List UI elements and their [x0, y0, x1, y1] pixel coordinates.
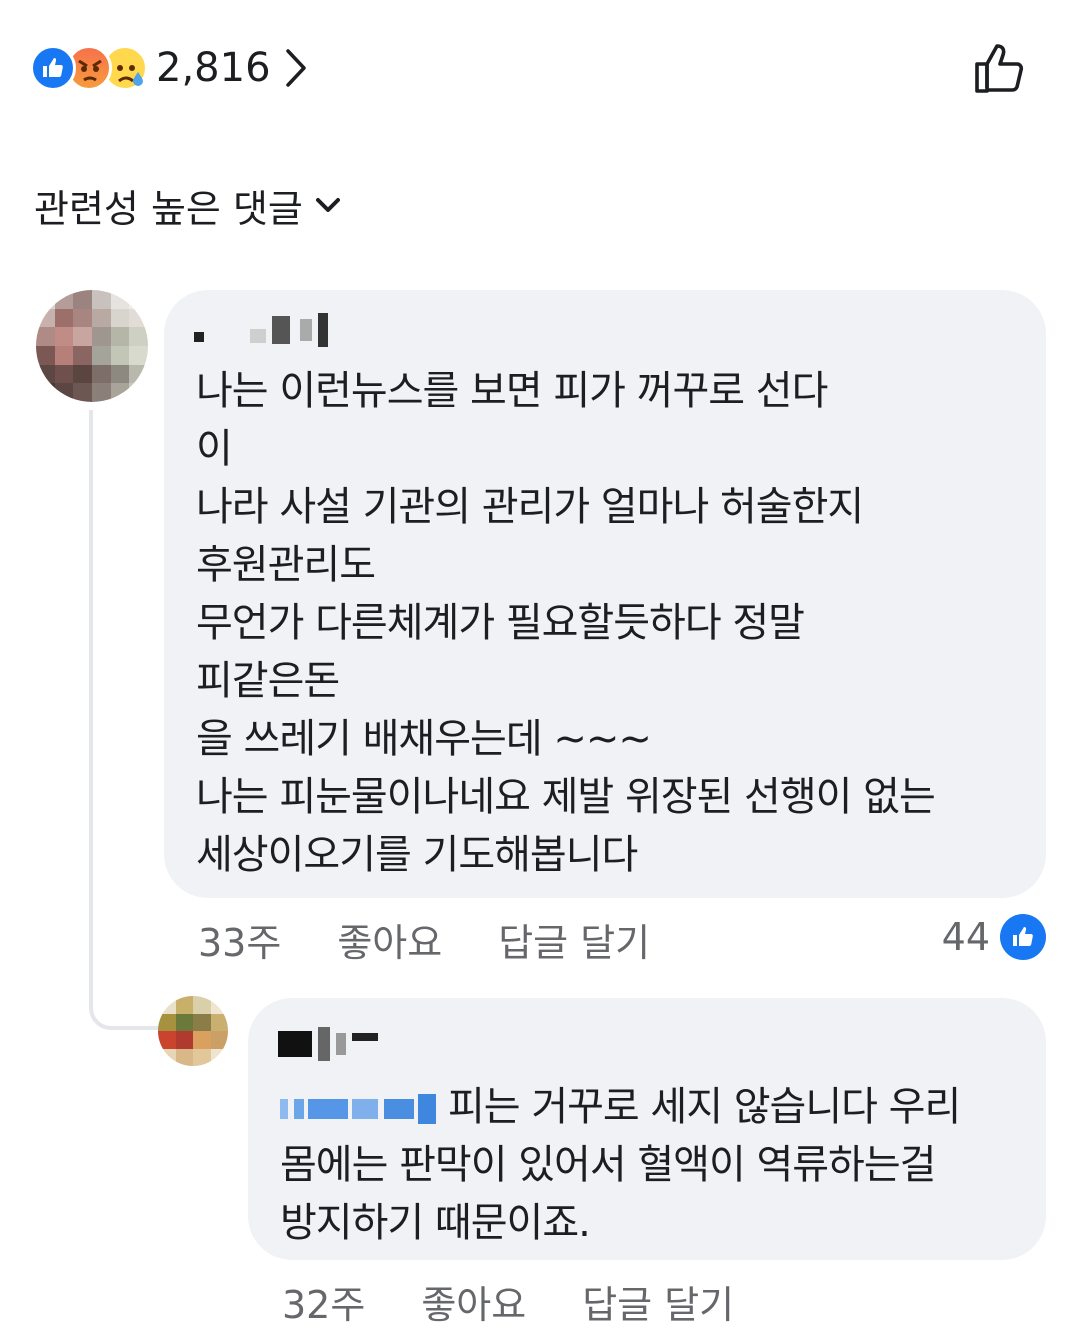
- sort-label: 관련성 높은 댓글: [34, 187, 303, 231]
- author-name-redacted[interactable]: [278, 1024, 384, 1064]
- chevron-right-icon: [285, 49, 306, 87]
- chevron-down-icon: [315, 197, 340, 212]
- comment-like-count[interactable]: 44: [942, 914, 1046, 960]
- reply-button[interactable]: 답글 달기: [498, 912, 650, 967]
- comment-actions: 33주 좋아요 답글 달기: [198, 912, 706, 967]
- comment-bubble: 나는 이런뉴스를 보면 피가 꺼꾸로 선다 이 나라 사설 기관의 관리가 얼마…: [164, 290, 1046, 898]
- comment-text: 나는 이런뉴스를 보면 피가 꺼꾸로 선다 이 나라 사설 기관의 관리가 얼마…: [196, 368, 936, 878]
- like-count: 44: [941, 915, 990, 959]
- like-comment-button[interactable]: 좋아요: [421, 1274, 526, 1329]
- comment-sort-dropdown[interactable]: 관련성 높은 댓글: [34, 178, 341, 233]
- reply-bubble: 피는 거꾸로 세지 않습니다 우리 몸에는 판막이 있어서 혈액이 역류하는걸 …: [248, 998, 1046, 1260]
- reply-thread-line: [89, 410, 167, 1030]
- reply-actions: 32주 좋아요 답글 달기: [282, 1274, 790, 1329]
- reaction-count: 2,816: [156, 45, 271, 91]
- author-name-redacted[interactable]: [194, 310, 334, 350]
- comment-time[interactable]: 32주: [282, 1274, 365, 1329]
- avatar[interactable]: [158, 996, 228, 1066]
- mention-tag-redacted[interactable]: [280, 1092, 436, 1126]
- reaction-summary[interactable]: 2,816: [30, 40, 307, 96]
- like-reaction-icon: [30, 45, 76, 91]
- like-comment-button[interactable]: 좋아요: [337, 912, 442, 967]
- like-badge-icon: [1000, 914, 1046, 960]
- reply-text: 피는 거꾸로 세지 않습니다 우리 몸에는 판막이 있어서 혈액이 역류하는걸 …: [280, 1084, 961, 1246]
- avatar[interactable]: [36, 290, 148, 402]
- comment-time[interactable]: 33주: [198, 912, 281, 967]
- reply-button[interactable]: 답글 달기: [582, 1274, 734, 1329]
- like-post-icon[interactable]: [972, 40, 1028, 96]
